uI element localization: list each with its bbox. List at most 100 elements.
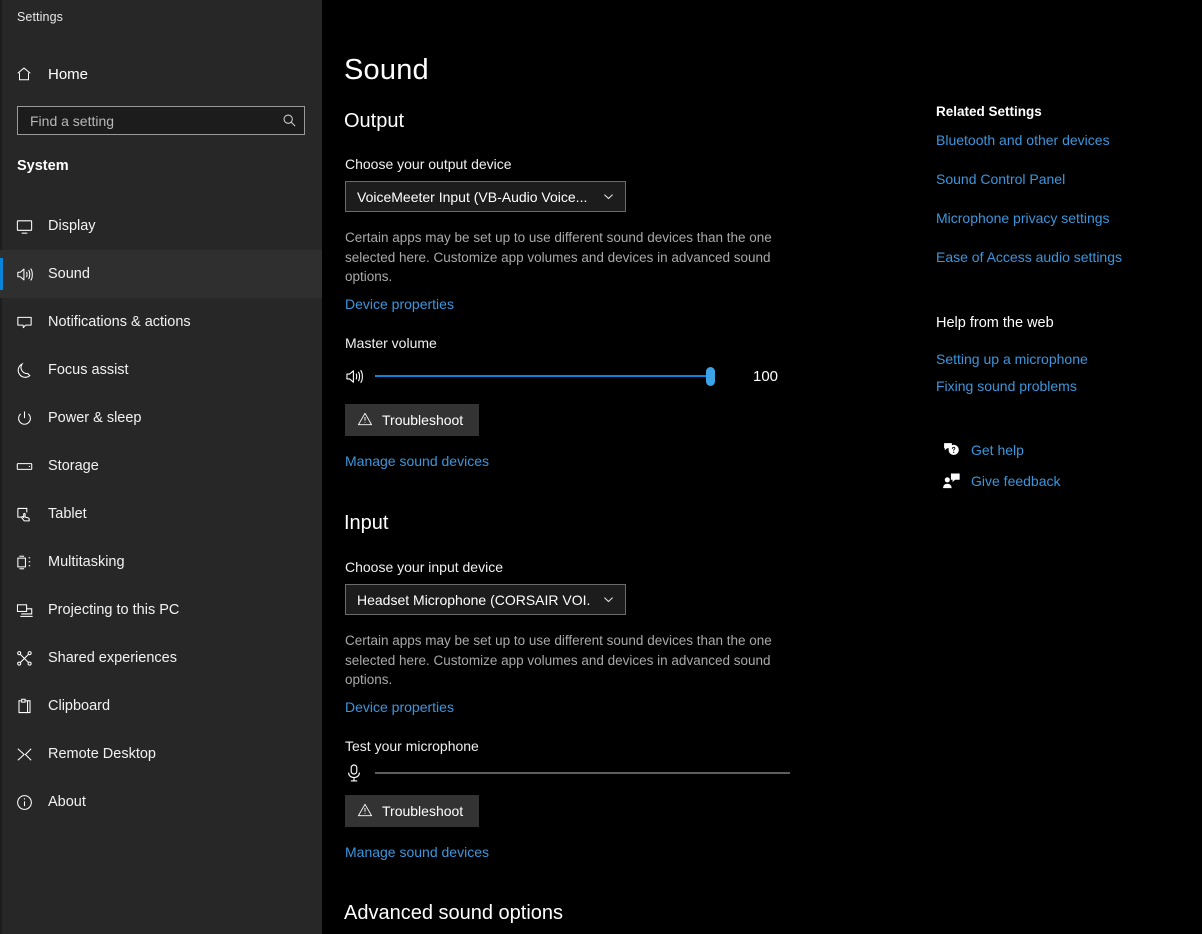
input-troubleshoot-button[interactable]: Troubleshoot: [345, 795, 480, 827]
sidebar-label: Projecting to this PC: [48, 602, 180, 618]
master-volume-label: Master volume: [345, 335, 437, 351]
selection-accent: [0, 786, 3, 818]
speaker-icon: [0, 265, 48, 284]
selection-accent: [0, 210, 3, 242]
sidebar-label: Storage: [48, 458, 99, 474]
slider-track: [375, 375, 715, 377]
microphone-level-row: [345, 763, 790, 783]
master-volume-slider[interactable]: [375, 366, 715, 386]
slider-thumb[interactable]: [706, 367, 715, 386]
output-note: Certain apps may be set up to use differ…: [345, 230, 772, 284]
related-settings-panel: Related Settings Bluetooth and other dev…: [936, 0, 1202, 934]
shared-icon: [0, 649, 48, 668]
sidebar-item-focus-assist[interactable]: Focus assist: [0, 346, 322, 394]
sidebar-item-power-sleep[interactable]: Power & sleep: [0, 394, 322, 442]
sidebar-label: Shared experiences: [48, 650, 177, 666]
input-device-properties-link[interactable]: Device properties: [345, 699, 454, 715]
output-device-properties-link[interactable]: Device properties: [345, 296, 454, 312]
power-icon: [0, 409, 48, 428]
moon-icon: [0, 361, 48, 380]
page-title: Sound: [344, 54, 429, 86]
microphone-icon: [345, 763, 375, 783]
sidebar-item-storage[interactable]: Storage: [0, 442, 322, 490]
master-volume-value: 100: [753, 367, 779, 385]
search-placeholder: Find a setting: [30, 112, 115, 129]
selection-accent: [0, 450, 3, 482]
sidebar-label: Remote Desktop: [48, 746, 156, 762]
help-from-web-heading: Help from the web: [936, 315, 1054, 331]
sidebar-item-projecting[interactable]: Projecting to this PC: [0, 586, 322, 634]
sidebar-item-shared-experiences[interactable]: Shared experiences: [0, 634, 322, 682]
info-icon: [0, 793, 48, 812]
clipboard-icon: [0, 697, 48, 716]
selection-accent: [0, 354, 3, 386]
monitor-icon: [0, 217, 48, 236]
master-volume-slider-row: 100: [345, 366, 778, 386]
output-device-label: Choose your output device: [345, 156, 512, 172]
sidebar: Settings Home Find a setting System Disp…: [0, 0, 322, 934]
output-device-dropdown[interactable]: VoiceMeeter Input (VB-Audio Voice...: [345, 181, 626, 212]
output-troubleshoot-label: Troubleshoot: [382, 412, 464, 428]
sidebar-label: Sound: [48, 266, 90, 282]
warning-icon: [357, 411, 373, 430]
selection-accent: [0, 546, 3, 578]
chevron-down-icon: [591, 593, 625, 606]
get-help-label: Get help: [971, 442, 1024, 458]
related-link-bluetooth[interactable]: Bluetooth and other devices: [936, 132, 1110, 148]
advanced-sound-options-heading: Advanced sound options: [344, 902, 564, 924]
sidebar-home-label: Home: [48, 65, 89, 83]
selection-accent: [0, 690, 3, 722]
input-device-dropdown[interactable]: Headset Microphone (CORSAIR VOI...: [345, 584, 626, 615]
sidebar-label: Notifications & actions: [48, 314, 191, 330]
sidebar-item-notifications[interactable]: Notifications & actions: [0, 298, 322, 346]
sidebar-item-remote-desktop[interactable]: Remote Desktop: [0, 730, 322, 778]
sidebar-label: Power & sleep: [48, 410, 142, 426]
output-manage-sound-devices-link[interactable]: Manage sound devices: [345, 453, 489, 469]
multitasking-icon: [0, 553, 48, 572]
output-device-value: VoiceMeeter Input (VB-Audio Voice...: [357, 188, 588, 205]
window-title: Settings: [17, 10, 63, 24]
input-device-value: Headset Microphone (CORSAIR VOI...: [357, 591, 591, 608]
search-input[interactable]: Find a setting: [17, 106, 305, 135]
microphone-level-meter: [375, 763, 790, 783]
sidebar-item-sound[interactable]: Sound: [0, 250, 322, 298]
selection-accent: [0, 594, 3, 626]
sidebar-label: Tablet: [48, 506, 87, 522]
remote-desktop-icon: [0, 745, 48, 764]
output-heading: Output: [344, 110, 405, 132]
selection-accent: [0, 258, 3, 290]
sidebar-item-clipboard[interactable]: Clipboard: [0, 682, 322, 730]
warning-icon: [357, 802, 373, 821]
sidebar-label: Focus assist: [48, 362, 129, 378]
give-feedback-link[interactable]: Give feedback: [936, 472, 1061, 490]
input-manage-sound-devices-link[interactable]: Manage sound devices: [345, 844, 489, 860]
input-device-label: Choose your input device: [345, 559, 503, 575]
search-icon[interactable]: [274, 113, 304, 128]
sidebar-item-display[interactable]: Display: [0, 202, 322, 250]
sidebar-label: Display: [48, 218, 96, 234]
input-troubleshoot-label: Troubleshoot: [382, 803, 464, 819]
sidebar-item-multitasking[interactable]: Multitasking: [0, 538, 322, 586]
sidebar-label: Clipboard: [48, 698, 111, 714]
related-link-ease-of-access-audio[interactable]: Ease of Access audio settings: [936, 249, 1122, 265]
selection-accent: [0, 642, 3, 674]
related-link-microphone-privacy[interactable]: Microphone privacy settings: [936, 210, 1110, 226]
sidebar-label: Multitasking: [48, 554, 125, 570]
sidebar-item-tablet[interactable]: Tablet: [0, 490, 322, 538]
output-troubleshoot-button[interactable]: Troubleshoot: [345, 404, 480, 436]
question-bubble-icon: [936, 441, 966, 459]
feedback-person-icon: [936, 472, 966, 490]
settings-window: Settings Home Find a setting System Disp…: [0, 0, 1202, 934]
help-link-setting-up-microphone[interactable]: Setting up a microphone: [936, 351, 1088, 367]
related-link-sound-control-panel[interactable]: Sound Control Panel: [936, 171, 1065, 187]
sidebar-label: About: [48, 794, 86, 810]
sidebar-item-about[interactable]: About: [0, 778, 322, 826]
give-feedback-label: Give feedback: [971, 473, 1061, 489]
sidebar-item-home[interactable]: Home: [0, 58, 322, 90]
storage-icon: [0, 457, 48, 476]
notification-icon: [0, 313, 48, 332]
get-help-link[interactable]: Get help: [936, 441, 1024, 459]
speaker-icon: [345, 367, 375, 386]
tablet-icon: [0, 505, 48, 524]
help-link-fixing-sound-problems[interactable]: Fixing sound problems: [936, 378, 1077, 394]
